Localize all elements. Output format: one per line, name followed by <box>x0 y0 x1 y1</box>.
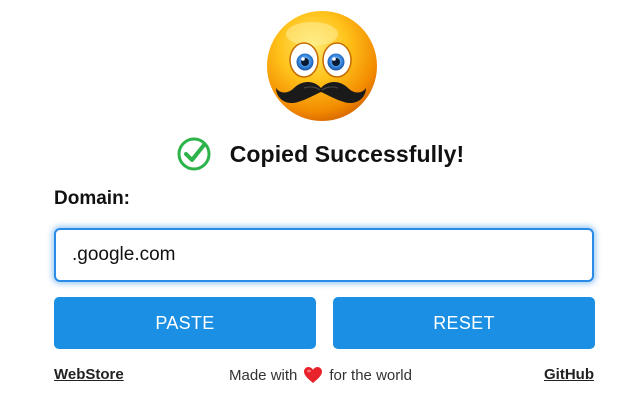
status-message: Copied Successfully! <box>229 140 465 167</box>
popup-page: Copied Successfully! Domain: PASTE RESET… <box>0 0 640 400</box>
mustache-smiley-icon <box>267 11 377 121</box>
webstore-link[interactable]: WebStore <box>54 366 124 383</box>
made-with-text: Made with for the world <box>229 366 412 384</box>
made-with-suffix: for the world <box>329 366 412 384</box>
github-link[interactable]: GitHub <box>544 366 594 383</box>
domain-input[interactable] <box>54 228 594 282</box>
status-row: Copied Successfully! <box>0 134 640 174</box>
domain-label: Domain: <box>54 188 130 209</box>
heart-icon <box>304 367 323 383</box>
reset-button[interactable]: RESET <box>333 297 595 349</box>
paste-button[interactable]: PASTE <box>54 297 316 349</box>
check-circle-icon <box>177 137 211 171</box>
made-with-prefix: Made with <box>229 366 298 384</box>
